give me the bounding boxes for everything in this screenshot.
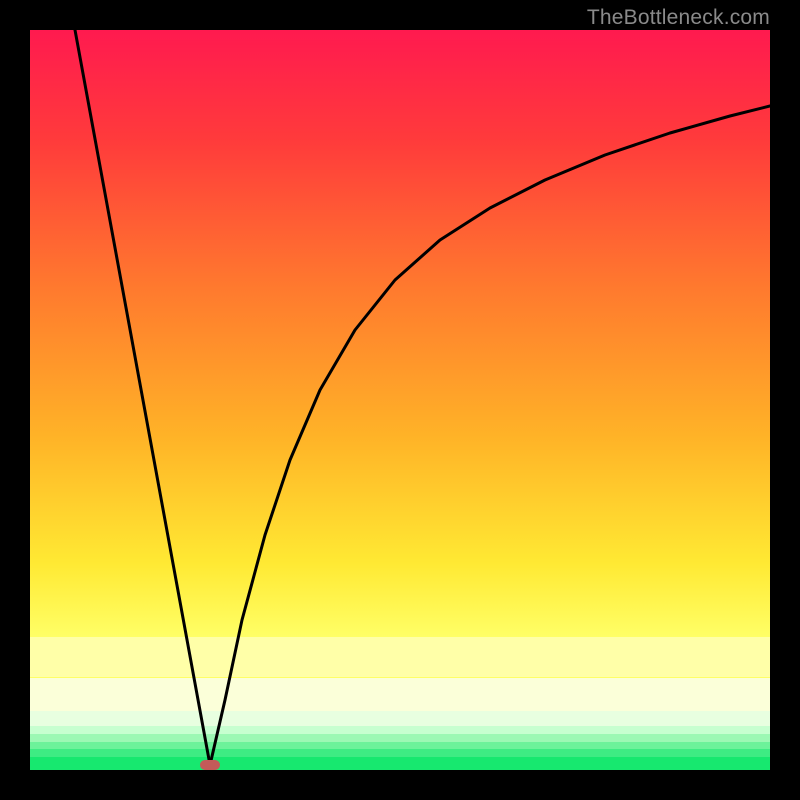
chart-plot-area [30, 30, 770, 770]
minimum-point-marker [200, 760, 220, 770]
watermark-text: TheBottleneck.com [587, 6, 770, 30]
curve-right-branch [210, 106, 770, 765]
bottleneck-curve [30, 30, 770, 770]
curve-left-branch [75, 30, 210, 765]
